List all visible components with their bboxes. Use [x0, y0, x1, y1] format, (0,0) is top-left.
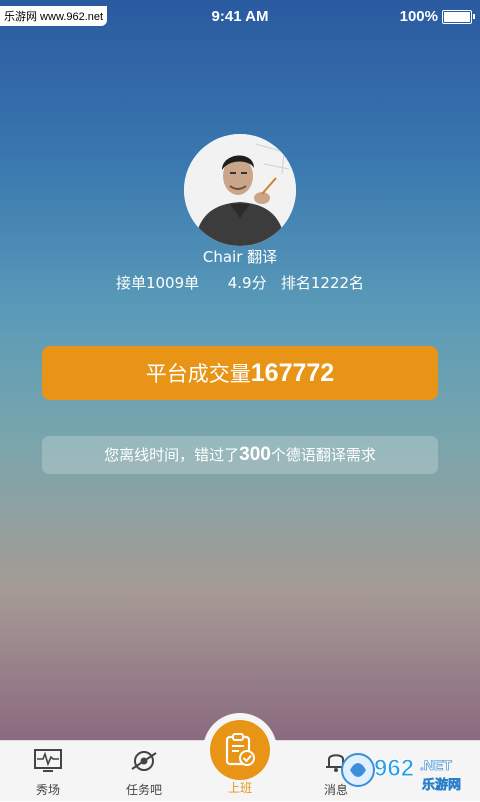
clipboard-check-icon — [225, 733, 255, 766]
avatar[interactable] — [184, 134, 296, 246]
orbit-icon — [131, 751, 157, 771]
watermark-site: 乐游网 — [422, 777, 461, 793]
missed-suffix: 个德语翻译需求 — [270, 446, 376, 464]
tab-clock-in[interactable]: 上班 — [203, 713, 277, 800]
user-name: Chair 翻译 — [202, 248, 278, 266]
avatar-photo — [184, 134, 296, 246]
missed-requests-notice: 您离线时间，错过了300个德语翻译需求 — [42, 436, 438, 474]
pulse-monitor-icon — [34, 749, 62, 772]
user-stats: 接单1009单 4.9分 排名1222名 — [115, 274, 365, 292]
tab-label: 秀场 — [35, 783, 60, 797]
tab-label: 上班 — [227, 781, 252, 795]
volume-label: 平台成交量 — [145, 362, 251, 386]
status-bar: 乐游网 www.962.net 9:41 AM 100% — [0, 0, 480, 36]
tab-tasks[interactable]: 任务吧 — [104, 741, 184, 801]
platform-volume-card: 平台成交量167772 — [42, 346, 438, 400]
battery-percent: 100% — [399, 8, 438, 25]
watermark-962: 962 .NET 乐游网 — [340, 742, 478, 798]
tab-showroom[interactable]: 秀场 — [8, 741, 88, 801]
battery-icon — [442, 10, 475, 24]
volume-value: 167772 — [250, 359, 335, 387]
watermark-suffix: .NET — [420, 757, 452, 773]
missed-prefix: 您离线时间，错过了 — [104, 446, 240, 464]
tab-label: 任务吧 — [125, 783, 162, 797]
missed-count: 300 — [239, 444, 271, 465]
watermark-num: 962 — [374, 755, 414, 782]
